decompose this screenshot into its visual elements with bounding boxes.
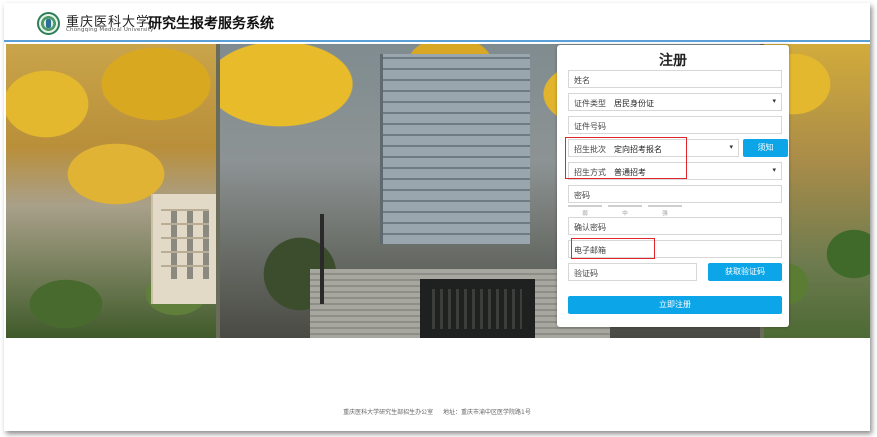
register-panel: 注册 姓名 证件类型 居民身份证 ▾ 证件号码 招生批次 定向招考报名 ▾ 须知…: [557, 45, 789, 327]
confirm-password-field[interactable]: 确认密码: [568, 217, 782, 235]
id-number-placeholder: 证件号码: [574, 122, 606, 131]
email-placeholder: 电子邮箱: [574, 246, 606, 255]
banner-photo-left: [6, 44, 216, 338]
id-type-label: 证件类型: [574, 99, 606, 108]
strength-label-medium: 中: [622, 211, 628, 217]
caret-down-icon: ▾: [729, 143, 733, 151]
system-title: 研究生报考服务系统: [148, 16, 274, 32]
register-title: 注册: [659, 53, 687, 69]
batch-value: 定向招考报名: [614, 145, 662, 154]
strength-bar-weak: [568, 205, 602, 207]
site-footer: 重庆医科大学研究生部招生办公室 地址：重庆市渝中区医学院路1号: [4, 407, 870, 416]
id-type-value: 居民身份证: [614, 99, 654, 108]
confirm-password-placeholder: 确认密码: [574, 223, 606, 232]
register-submit-button[interactable]: 立即注册: [568, 296, 782, 314]
strength-bar-strong: [648, 205, 682, 207]
strength-bar-medium: [608, 205, 642, 207]
id-type-select[interactable]: 证件类型 居民身份证 ▾: [568, 93, 782, 111]
browser-page: 重庆医科大学 Chongqing Medical University 研究生报…: [4, 3, 870, 431]
method-select[interactable]: 招生方式 普通招考 ▾: [568, 162, 782, 180]
batch-label: 招生批次: [574, 145, 606, 154]
captcha-field[interactable]: 验证码: [568, 263, 697, 281]
method-value: 普通招考: [614, 168, 646, 177]
get-code-button[interactable]: 获取验证码: [708, 263, 782, 281]
caret-down-icon: ▾: [772, 97, 776, 105]
site-header: 重庆医科大学 Chongqing Medical University 研究生报…: [4, 3, 870, 42]
name-field[interactable]: 姓名: [568, 70, 782, 88]
name-placeholder: 姓名: [574, 76, 590, 85]
password-strength-meter: 弱 中 强: [568, 205, 688, 217]
university-name-en: Chongqing Medical University: [66, 27, 154, 33]
strength-label-strong: 强: [662, 211, 668, 217]
strength-label-weak: 弱: [582, 211, 588, 217]
caret-down-icon: ▾: [772, 166, 776, 174]
university-seal-icon: [37, 12, 60, 35]
notice-button[interactable]: 须知: [743, 139, 788, 157]
footer-office: 重庆医科大学研究生部招生办公室: [343, 409, 434, 416]
batch-select[interactable]: 招生批次 定向招考报名 ▾: [568, 139, 739, 157]
captcha-placeholder: 验证码: [574, 269, 598, 278]
password-field[interactable]: 密码: [568, 185, 782, 203]
id-number-field[interactable]: 证件号码: [568, 116, 782, 134]
password-placeholder: 密码: [574, 191, 590, 200]
email-field[interactable]: 电子邮箱: [568, 240, 782, 258]
method-label: 招生方式: [574, 168, 606, 177]
footer-address: 地址：重庆市渝中区医学院路1号: [443, 409, 531, 416]
